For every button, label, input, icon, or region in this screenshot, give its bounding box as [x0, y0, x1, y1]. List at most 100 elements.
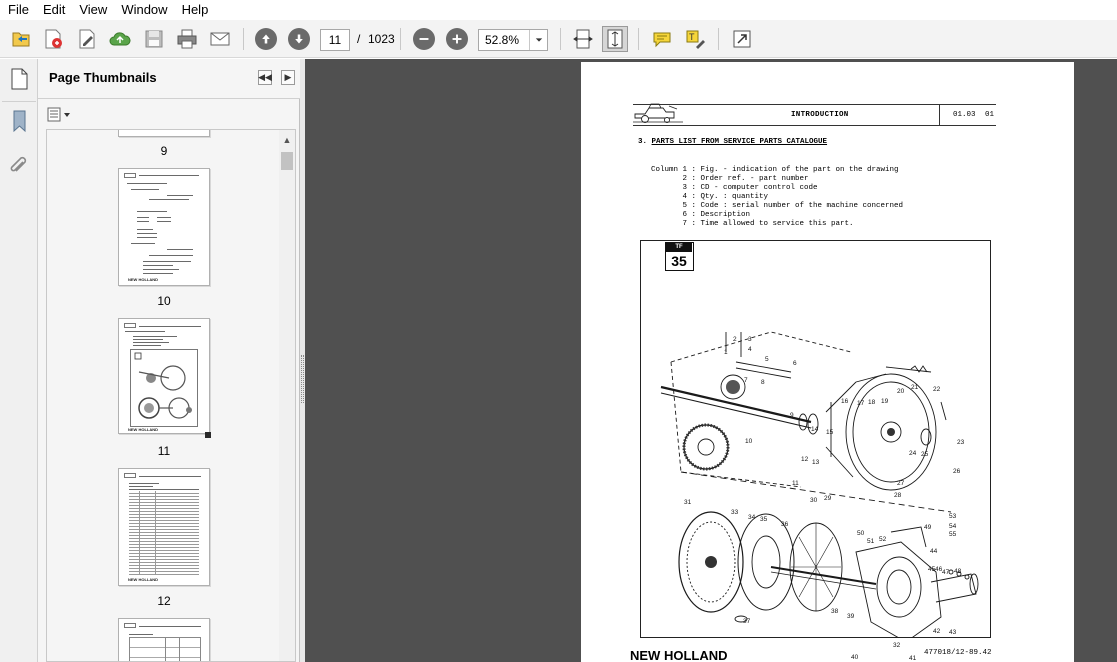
- callout: 13: [812, 459, 820, 466]
- callout: 5: [765, 356, 769, 363]
- scroll-up-icon[interactable]: ▲: [279, 133, 295, 147]
- page-number-input[interactable]: [320, 29, 350, 51]
- menu-edit[interactable]: Edit: [35, 0, 71, 20]
- callout: 10: [745, 438, 753, 445]
- zoom-in-icon[interactable]: [444, 26, 470, 52]
- column-description-line: 7 : Time allowed to service this part.: [651, 220, 854, 228]
- callout: 43: [949, 629, 957, 636]
- callout: 50: [857, 530, 865, 537]
- section-title: PARTS LIST FROM SERVICE PARTS CATALOGUE: [651, 138, 828, 146]
- previous-page-icon[interactable]: [253, 26, 279, 52]
- zoom-dropdown-icon[interactable]: [529, 30, 547, 50]
- next-page-icon[interactable]: [286, 26, 312, 52]
- header-divider: [939, 104, 940, 126]
- toolbar: / 1023 52.8% T: [0, 20, 1117, 58]
- document-viewer[interactable]: INTRODUCTION 01.03 01 3. PARTS LIST FROM…: [305, 59, 1117, 662]
- callout: 47: [942, 569, 950, 576]
- toolbar-separator: [718, 28, 719, 50]
- menu-help[interactable]: Help: [174, 0, 215, 20]
- callout: 27: [897, 480, 905, 487]
- thumbnail-scrollbar[interactable]: ▲: [279, 130, 295, 661]
- thumbnail-page-12[interactable]: NEW HOLLAND: [118, 468, 210, 586]
- menu-window[interactable]: Window: [113, 0, 173, 20]
- bookmark-icon[interactable]: [8, 109, 30, 133]
- page-header-page: 01: [985, 111, 995, 119]
- zoom-out-icon[interactable]: [411, 26, 437, 52]
- menu-view[interactable]: View: [71, 0, 113, 20]
- callout: 34: [748, 514, 756, 521]
- callout: 12: [801, 456, 809, 463]
- callout: 40: [851, 654, 859, 661]
- highlight-icon[interactable]: T: [682, 26, 708, 52]
- svg-text:T: T: [689, 32, 695, 42]
- callout: 11: [792, 480, 799, 487]
- zoom-select[interactable]: 52.8%: [478, 29, 548, 51]
- callout: 36: [781, 521, 789, 528]
- print-icon[interactable]: [174, 26, 200, 52]
- callout: 42: [933, 628, 941, 635]
- callout: 55: [949, 531, 957, 538]
- column-description-line: 3 : CD - computer control code: [651, 184, 818, 192]
- fit-page-icon[interactable]: [602, 26, 628, 52]
- panel-title: Page Thumbnails: [49, 70, 157, 85]
- create-pdf-icon[interactable]: [40, 26, 66, 52]
- callout: 35: [760, 516, 768, 523]
- callout: 38: [831, 608, 839, 615]
- toolbar-separator: [560, 28, 561, 50]
- combine-harvester-logo: [633, 103, 683, 123]
- column-description-line: 2 : Order ref. - part number: [651, 175, 809, 183]
- callout: 2: [733, 336, 737, 343]
- comment-icon[interactable]: [649, 26, 675, 52]
- collapse-panel-icon[interactable]: ◀◀: [258, 70, 272, 85]
- document-page: INTRODUCTION 01.03 01 3. PARTS LIST FROM…: [581, 62, 1074, 662]
- callout: 1: [724, 349, 728, 356]
- page-header-code: 01.03: [953, 111, 976, 119]
- edit-icon[interactable]: [74, 26, 100, 52]
- thumbnail-options-icon[interactable]: [47, 107, 73, 123]
- callout: 28: [894, 492, 902, 499]
- cloud-upload-icon[interactable]: [107, 26, 133, 52]
- page-thumbnails-icon[interactable]: [8, 67, 30, 91]
- fit-width-icon[interactable]: [570, 26, 596, 52]
- save-icon[interactable]: [141, 26, 167, 52]
- callout: 30: [810, 497, 818, 504]
- figure-tag: TF: [666, 243, 692, 252]
- callout: 19: [881, 398, 889, 405]
- callout: 48: [954, 568, 962, 575]
- callout: 39: [847, 613, 855, 620]
- scrollbar-thumb[interactable]: [281, 152, 293, 170]
- callout: 37: [743, 618, 751, 625]
- callout: 22: [933, 386, 941, 393]
- thumbnails-panel: Page Thumbnails ◀◀ ▶ 9 NEW HOLLAND 10 NE…: [38, 59, 300, 662]
- thumbnail-page-11[interactable]: NEW HOLLAND: [118, 318, 210, 434]
- callout: 29: [824, 495, 832, 502]
- page-total: 1023: [368, 32, 395, 46]
- figure-tag-box: TF 35: [665, 242, 694, 271]
- thumbnail-page-10[interactable]: NEW HOLLAND: [118, 168, 210, 286]
- callout: 31: [684, 499, 692, 506]
- callout: 24: [909, 450, 917, 457]
- selection-marker: [205, 432, 211, 438]
- panel-header: Page Thumbnails ◀◀ ▶: [38, 59, 300, 99]
- attachment-icon[interactable]: [8, 151, 30, 175]
- toolbar-separator: [638, 28, 639, 50]
- callout: 21: [911, 384, 919, 391]
- email-icon[interactable]: [207, 26, 233, 52]
- full-screen-icon[interactable]: [729, 26, 755, 52]
- callout: 52: [879, 536, 887, 543]
- expand-panel-icon[interactable]: ▶: [281, 70, 295, 85]
- callout: 23: [957, 439, 965, 446]
- callout: 7: [744, 377, 748, 384]
- menu-file[interactable]: File: [0, 0, 35, 20]
- callout: 26: [953, 468, 961, 475]
- thumbnail-page-13[interactable]: [118, 618, 210, 661]
- thumbnail-page-9[interactable]: [118, 130, 210, 137]
- callout: 16: [841, 398, 849, 405]
- callout: 44: [930, 548, 938, 555]
- page-separator: /: [357, 32, 361, 46]
- open-icon[interactable]: [8, 26, 34, 52]
- column-description-line: 4 : Qty. : quantity: [651, 193, 769, 201]
- column-description-line: Column 1 : Fig. - indication of the part…: [651, 166, 899, 174]
- thumbnail-list[interactable]: 9 NEW HOLLAND 10 NEW HOLLAND 11 NEW HOLL…: [46, 129, 296, 662]
- callout: 32: [893, 642, 901, 649]
